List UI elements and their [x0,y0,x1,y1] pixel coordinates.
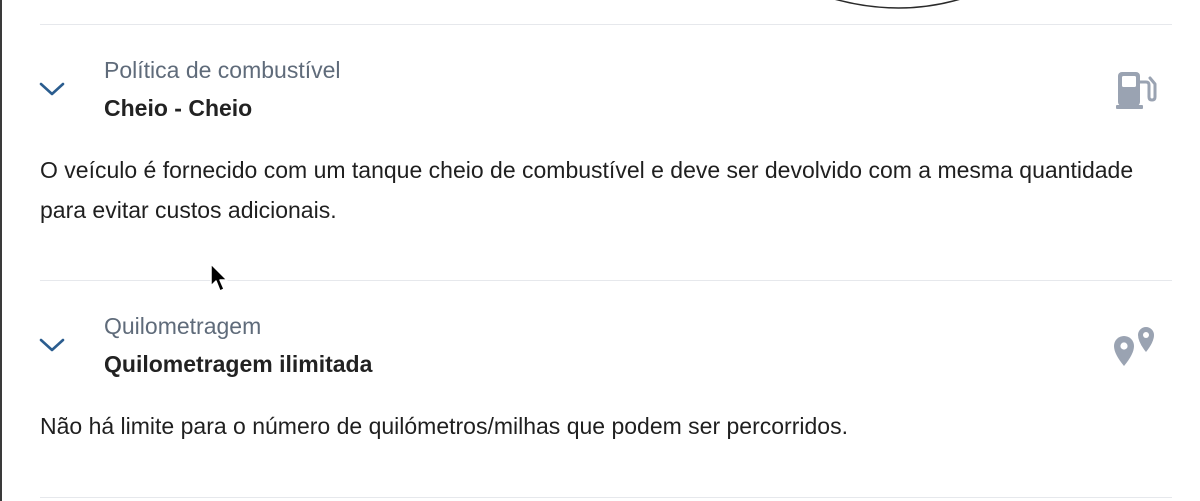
map-pins-icon [1114,327,1154,366]
chevron-down-icon[interactable] [38,80,66,100]
mileage-value: Quilometragem ilimitada [104,351,373,377]
mileage-header[interactable]: Quilometragem Quilometragem ilimitada [0,300,1200,380]
fuel-policy-value: Cheio - Cheio [104,95,253,121]
fuel-policy-description: O veículo é fornecido com um tanque chei… [40,157,1134,223]
fuel-pump-icon [1116,72,1157,109]
decorative-arc [835,0,960,9]
mouse-pointer-icon [210,263,228,292]
rental-terms-panel: Política de combustível Cheio - Cheio O … [0,0,1200,501]
fuel-policy-label: Política de combustível [104,57,341,83]
fuel-policy-header[interactable]: Política de combustível Cheio - Cheio [0,44,1200,124]
chevron-down-icon[interactable] [38,336,66,356]
mileage-description: Não há limite para o número de quilómetr… [40,413,848,439]
mileage-label: Quilometragem [104,313,262,339]
divider-middle [40,280,1172,281]
divider-bottom [40,497,1172,498]
divider-top [40,24,1172,25]
